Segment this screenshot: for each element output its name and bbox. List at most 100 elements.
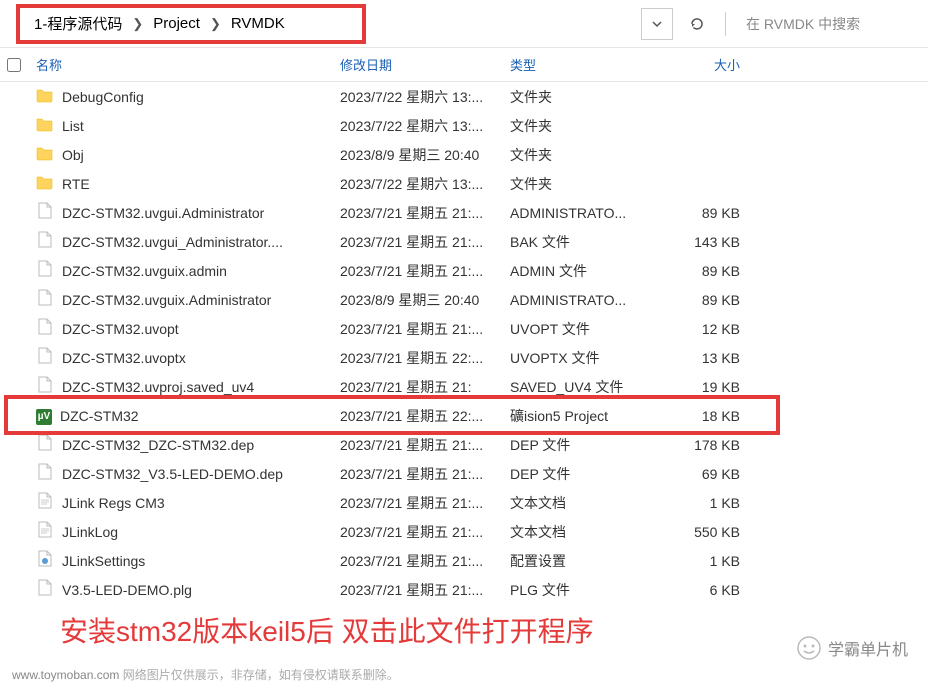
file-row[interactable]: DZC-STM32.uvgui.Administrator2023/7/21 星… (0, 198, 928, 227)
file-name: DZC-STM32.uvgui.Administrator (62, 205, 264, 221)
file-type: 文件夹 (510, 87, 660, 107)
file-type: UVOPT 文件 (510, 319, 660, 339)
chevron-right-icon: ❯ (126, 16, 149, 32)
file-type: 文本文档 (510, 522, 660, 542)
file-type: 配置设置 (510, 551, 660, 571)
folder-icon (36, 115, 54, 136)
file-name: DZC-STM32.uvguix.admin (62, 263, 227, 279)
file-date: 2023/7/21 星期五 21:... (340, 319, 510, 339)
file-row[interactable]: JLinkLog2023/7/21 星期五 21:...文本文档550 KB (0, 517, 928, 546)
file-name: DZC-STM32.uvoptx (62, 350, 186, 366)
keil-project-icon: µV (36, 409, 52, 425)
file-type: 礦ision5 Project (510, 406, 660, 426)
refresh-button[interactable] (681, 8, 713, 40)
file-type: UVOPTX 文件 (510, 348, 660, 368)
history-dropdown-button[interactable] (641, 8, 673, 40)
watermark-logo: 学霸单片机 (796, 635, 908, 661)
file-size: 89 KB (660, 263, 770, 279)
file-icon (36, 521, 54, 542)
search-placeholder: 在 RVMDK 中搜索 (746, 14, 860, 34)
file-name: JLink Regs CM3 (62, 495, 165, 511)
breadcrumb-item-0[interactable]: 1-程序源代码 (30, 13, 126, 34)
file-date: 2023/7/22 星期六 13:... (340, 116, 510, 136)
footer-disclaimer: www.toymoban.com 网络图片仅供展示，非存储，如有侵权请联系删除。 (12, 666, 399, 683)
footer-domain: www.toymoban.com (12, 668, 119, 682)
divider (725, 12, 726, 36)
file-type: DEP 文件 (510, 464, 660, 484)
file-size: 550 KB (660, 524, 770, 540)
file-type: ADMIN 文件 (510, 261, 660, 281)
file-date: 2023/7/21 星期五 22:... (340, 348, 510, 368)
file-icon (36, 260, 54, 281)
file-icon (36, 202, 54, 223)
file-name: DebugConfig (62, 89, 144, 105)
file-size: 12 KB (660, 321, 770, 337)
file-size: 69 KB (660, 466, 770, 482)
file-row[interactable]: DZC-STM32.uvoptx 2023/7/21 星期五 22:...UVOP… (0, 343, 928, 372)
file-size: 13 KB (660, 350, 770, 366)
file-name: JLinkSettings (62, 553, 145, 569)
file-row[interactable]: DZC-STM32_V3.5-LED-DEMO.dep2023/7/21 星期五… (0, 459, 928, 488)
file-row[interactable]: DZC-STM32.uvopt 2023/7/21 星期五 21:...UVOPT… (0, 314, 928, 343)
file-row[interactable]: List 2023/7/22 星期六 13:...文件夹 (0, 111, 928, 140)
file-name: RTE (62, 176, 90, 192)
column-header-name[interactable]: 名称 (28, 55, 340, 74)
footer-note: 网络图片仅供展示，非存储，如有侵权请联系删除。 (123, 668, 399, 682)
file-row[interactable]: DZC-STM32_DZC-STM32.dep2023/7/21 星期五 21:… (0, 430, 928, 459)
file-row[interactable]: RTE 2023/7/22 星期六 13:...文件夹 (0, 169, 928, 198)
file-date: 2023/8/9 星期三 20:40 (340, 145, 510, 165)
file-date: 2023/7/21 星期五 21:... (340, 261, 510, 281)
file-size: 1 KB (660, 553, 770, 569)
search-input[interactable]: 在 RVMDK 中搜索 (746, 14, 916, 34)
file-icon (36, 492, 54, 513)
file-row[interactable]: DZC-STM32.uvproj.saved_uv42023/7/21 星期五 … (0, 372, 928, 401)
folder-icon (36, 86, 54, 107)
file-row[interactable]: Obj2023/8/9 星期三 20:40文件夹 (0, 140, 928, 169)
file-type: ADMINISTRATO... (510, 205, 660, 221)
file-row[interactable]: µVDZC-STM322023/7/21 星期五 22:...礦ision5 P… (0, 401, 928, 430)
file-name: List (62, 118, 84, 134)
file-icon (36, 318, 54, 339)
file-row[interactable]: DZC-STM32.uvguix.Administrator2023/8/9 星… (0, 285, 928, 314)
column-header-size[interactable]: 大小 (660, 55, 770, 74)
file-type: 文件夹 (510, 116, 660, 136)
file-name: DZC-STM32.uvguix.Administrator (62, 292, 271, 308)
breadcrumb[interactable]: 1-程序源代码 ❯ Project ❯ RVMDK (16, 4, 366, 44)
file-icon (36, 550, 54, 571)
file-row[interactable]: JLink Regs CM32023/7/21 星期五 21:...文本文档1 … (0, 488, 928, 517)
file-size: 19 KB (660, 379, 770, 395)
file-type: 文件夹 (510, 174, 660, 194)
file-icon (36, 463, 54, 484)
file-name: DZC-STM32.uvopt (62, 321, 179, 337)
file-date: 2023/7/21 星期五 21:... (340, 580, 510, 600)
file-name: DZC-STM32.uvgui_Administrator.... (62, 234, 283, 250)
file-icon (36, 289, 54, 310)
breadcrumb-item-2[interactable]: RVMDK (227, 15, 289, 32)
column-header-type[interactable]: 类型 (510, 55, 660, 74)
file-icon (36, 376, 54, 397)
address-bar: 1-程序源代码 ❯ Project ❯ RVMDK 在 RVMDK 中搜索 (0, 0, 928, 48)
watermark-text: 学霸单片机 (828, 636, 908, 660)
file-row[interactable]: JLinkSettings 2023/7/21 星期五 21:...配置设置1 K… (0, 546, 928, 575)
file-row[interactable]: DZC-STM32.uvguix.admin 2023/7/21 星期五 21:.… (0, 256, 928, 285)
file-size: 143 KB (660, 234, 770, 250)
file-type: 文本文档 (510, 493, 660, 513)
select-all-checkbox[interactable] (7, 58, 21, 72)
file-row[interactable]: DZC-STM32.uvgui_Administrator....2023/7/… (0, 227, 928, 256)
file-date: 2023/7/22 星期六 13:... (340, 174, 510, 194)
file-size: 89 KB (660, 205, 770, 221)
file-size: 1 KB (660, 495, 770, 511)
file-icon (36, 231, 54, 252)
file-icon (36, 347, 54, 368)
file-list: DebugConfig2023/7/22 星期六 13:...文件夹List20… (0, 82, 928, 604)
column-header-date[interactable]: 修改日期 (340, 55, 510, 74)
file-icon: µV (36, 406, 52, 425)
file-icon (36, 579, 54, 600)
file-type: DEP 文件 (510, 435, 660, 455)
file-row[interactable]: V3.5-LED-DEMO.plg2023/7/21 星期五 21:...PLG… (0, 575, 928, 604)
breadcrumb-item-1[interactable]: Project (149, 15, 204, 32)
file-type: BAK 文件 (510, 232, 660, 252)
file-size: 178 KB (660, 437, 770, 453)
file-row[interactable]: DebugConfig2023/7/22 星期六 13:...文件夹 (0, 82, 928, 111)
file-date: 2023/7/21 星期五 21:... (340, 551, 510, 571)
